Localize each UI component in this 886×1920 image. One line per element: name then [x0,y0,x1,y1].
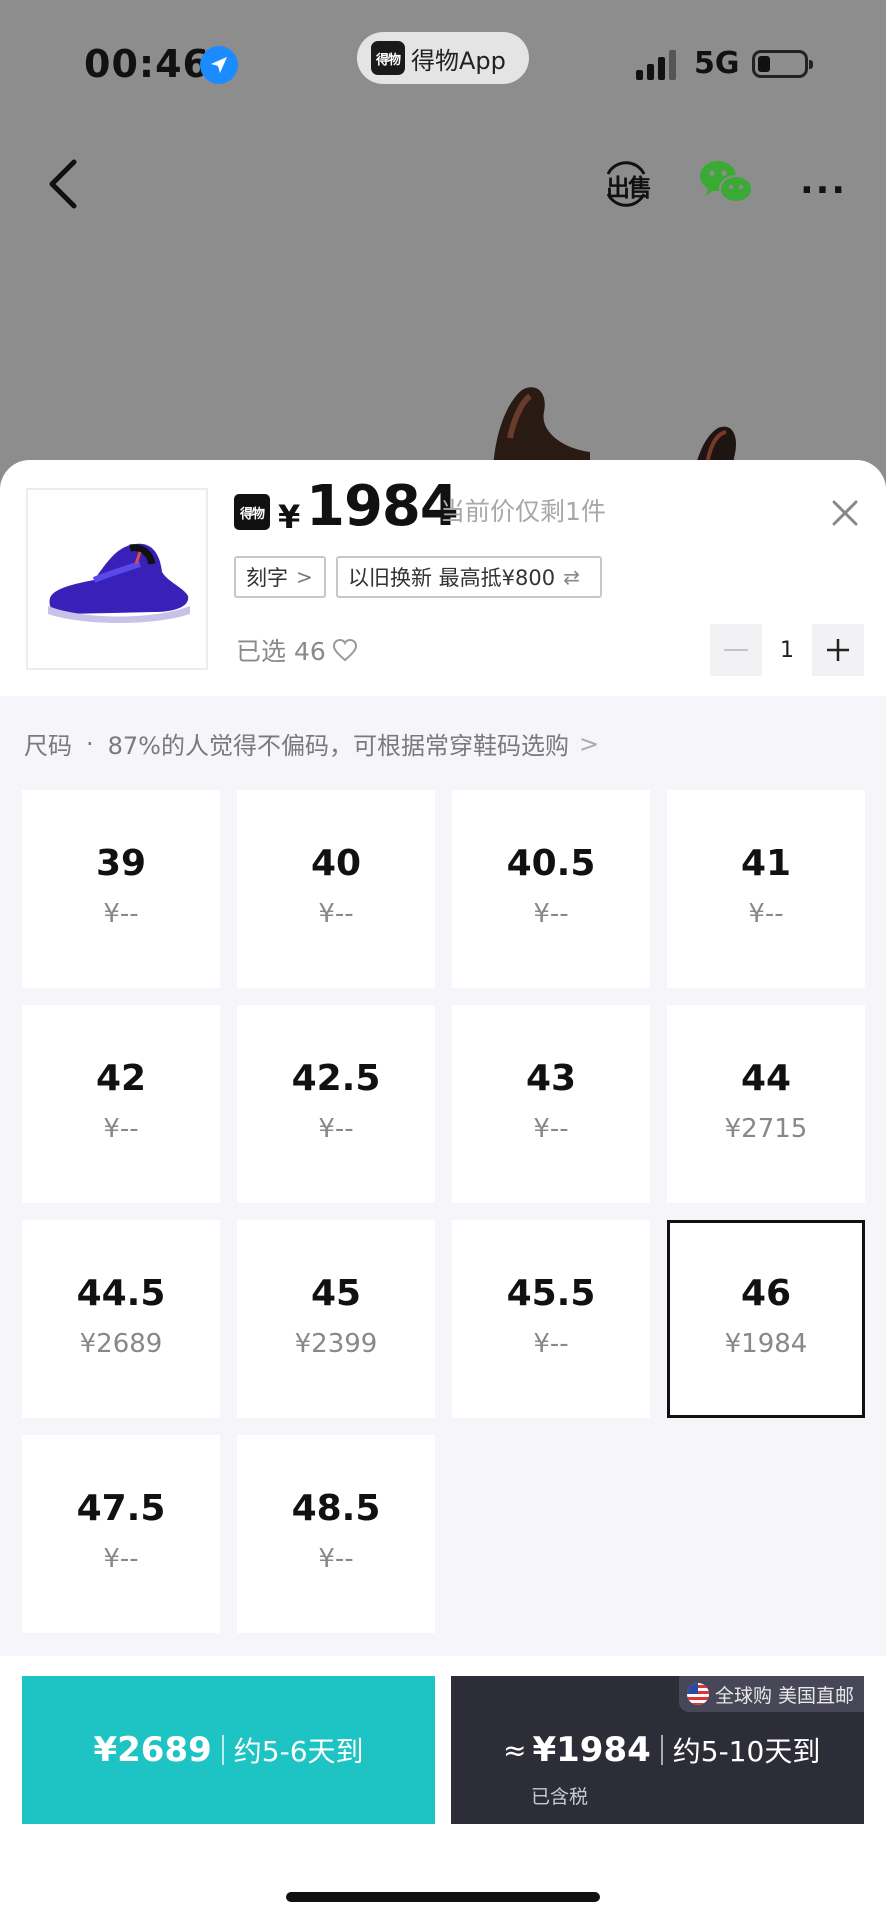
size-price: ¥-- [103,1544,139,1574]
size-price: ¥-- [533,1329,569,1359]
size-option[interactable]: 42 ¥-- [22,1005,220,1203]
size-price: ¥-- [318,1544,354,1574]
fast-price: ¥2689 [93,1730,212,1770]
quantity-stepper: 1 [710,624,864,676]
size-label: 43 [525,1058,577,1099]
size-label: 41 [740,843,792,884]
size-label: 46 [740,1273,792,1314]
purchase-bar: ¥2689 约5-6天到 全球购 美国直邮 ≈ ¥1984 约5-10天到 已含… [0,1656,886,1920]
trade-in-tag[interactable]: 以旧换新 最高抵¥800 ⇄ [336,556,602,598]
size-option[interactable]: 41 ¥-- [667,790,865,988]
size-option[interactable]: 47.5 ¥-- [22,1435,220,1633]
global-price: ¥1984 [532,1730,651,1770]
size-section-label: 尺码 [24,732,72,760]
tax-note: 已含税 [531,1786,589,1808]
selected-label: 已选 46 [236,637,326,666]
close-icon[interactable] [828,496,862,530]
sheet-header: 得物 ¥ 1984 当前价仅剩1件 刻字 > 以旧换新 最高抵¥800 ⇄ 已选… [0,460,886,696]
size-option[interactable]: 46 ¥1984 [667,1220,865,1418]
size-price: ¥2689 [79,1329,163,1359]
size-label: 45.5 [506,1273,596,1314]
fast-delivery-buy-button[interactable]: ¥2689 约5-6天到 [22,1676,435,1824]
signal-icon [636,50,678,80]
global-eta: 约5-10天到 [672,1735,821,1768]
size-option[interactable]: 44 ¥2715 [667,1005,865,1203]
size-fit-hint[interactable]: 尺码 · 87%的人觉得不偏码，可根据常穿鞋码选购 > [24,726,599,761]
size-price: ¥2399 [294,1329,378,1359]
more-menu-button[interactable]: ··· [800,170,847,211]
battery-icon [752,50,813,78]
size-option[interactable]: 42.5 ¥-- [237,1005,435,1203]
size-option[interactable]: 40 ¥-- [237,790,435,988]
network-type: 5G [694,46,740,81]
dimmed-product-page: 00:46 得物 得物App 5G 出售 ··· [0,0,886,488]
size-option[interactable]: 39 ¥-- [22,790,220,988]
size-selection-sheet: 得物 ¥ 1984 当前价仅剩1件 刻字 > 以旧换新 最高抵¥800 ⇄ 已选… [0,460,886,1920]
global-badge: 全球购 美国直邮 [678,1676,864,1712]
size-label: 47.5 [76,1488,166,1529]
size-label: 42 [95,1058,147,1099]
size-option[interactable]: 44.5 ¥2689 [22,1220,220,1418]
wechat-icon[interactable] [698,158,754,208]
home-indicator [286,1892,600,1902]
stock-note: 当前价仅剩1件 [440,497,606,526]
size-label: 45 [310,1273,362,1314]
sell-button[interactable]: 出售 [602,160,652,208]
size-label: 44.5 [76,1273,166,1314]
size-label: 44 [740,1058,792,1099]
app-logo-icon: 得物 [371,41,405,75]
size-option[interactable]: 45.5 ¥-- [452,1220,650,1418]
size-option[interactable]: 45 ¥2399 [237,1220,435,1418]
fast-eta: 约5-6天到 [233,1735,364,1768]
size-price: ¥2715 [724,1114,808,1144]
size-label: 48.5 [291,1488,381,1529]
size-price: ¥1984 [724,1329,808,1359]
size-option[interactable]: 40.5 ¥-- [452,790,650,988]
size-price: ¥-- [533,1114,569,1144]
plus-icon[interactable] [812,624,864,676]
chevron-right-icon: > [578,729,600,758]
sell-label: 出售 [606,174,652,202]
size-price: ¥-- [748,899,784,929]
price-currency: ¥ [278,498,301,536]
chevron-right-icon: > [296,565,313,589]
size-price: ¥-- [103,1114,139,1144]
size-price: ¥-- [318,1114,354,1144]
status-time: 00:46 [84,42,210,86]
size-label: 40 [310,843,362,884]
status-bar: 00:46 得物 得物App 5G [0,0,886,120]
product-thumbnail [26,488,208,670]
us-flag-icon [686,1683,709,1705]
size-price: ¥-- [533,899,569,929]
quantity-value: 1 [780,637,794,663]
engrave-label: 刻字 [246,566,288,590]
trade-in-label: 以旧换新 最高抵¥800 [348,566,556,590]
back-chevron-icon[interactable] [44,156,84,212]
size-label: 39 [95,843,147,884]
global-badge-label: 全球购 美国直邮 [714,1684,854,1707]
app-pill-label: 得物App [411,46,506,75]
size-label: 40.5 [506,843,596,884]
swap-icon: ⇄ [563,565,580,589]
global-buy-button[interactable]: 全球购 美国直邮 ≈ ¥1984 约5-10天到 已含税 [451,1676,864,1824]
minus-icon[interactable] [710,624,762,676]
size-option[interactable]: 48.5 ¥-- [237,1435,435,1633]
size-price: ¥-- [318,899,354,929]
selected-size-summary: 已选 46 [236,632,358,668]
return-to-app-pill[interactable]: 得物 得物App [357,32,529,84]
approx-symbol: ≈ [503,1733,527,1767]
size-price: ¥-- [103,899,139,929]
location-arrow-icon [200,46,238,84]
size-option[interactable]: 43 ¥-- [452,1005,650,1203]
fit-hint-text: 87%的人觉得不偏码，可根据常穿鞋码选购 [107,732,569,760]
size-label: 42.5 [291,1058,381,1099]
heart-icon[interactable] [332,638,358,662]
engrave-tag[interactable]: 刻字 > [234,556,326,598]
product-price: 1984 [306,474,459,539]
brand-logo-icon: 得物 [234,494,270,530]
